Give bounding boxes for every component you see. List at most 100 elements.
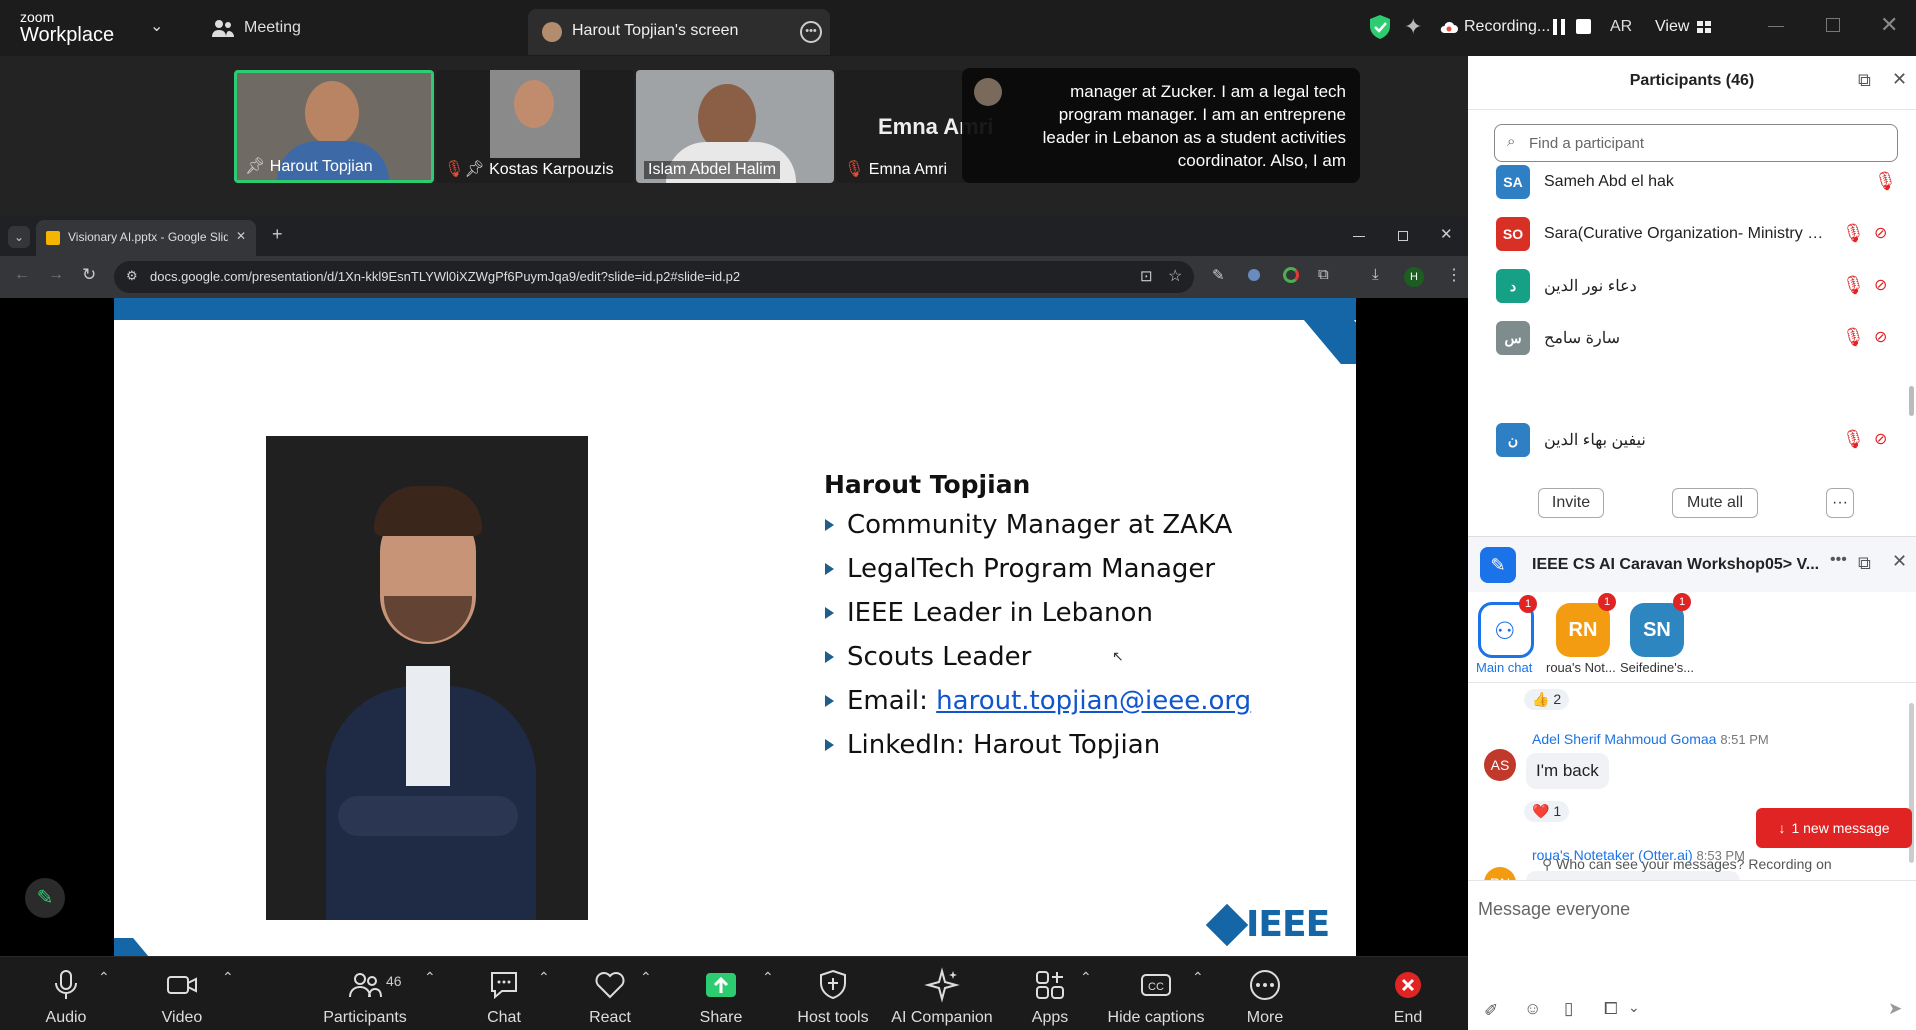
- extensions-puzzle-icon[interactable]: ⧉: [1318, 266, 1329, 283]
- close-window-icon[interactable]: ✕: [1440, 225, 1453, 243]
- audio-options-caret[interactable]: ⌃: [98, 969, 110, 986]
- video-thumbnail[interactable]: Islam Abdel Halim: [636, 70, 834, 183]
- channel-avatar[interactable]: SN: [1630, 603, 1684, 657]
- message-input[interactable]: Message everyone: [1478, 899, 1630, 920]
- extension-grammarly-icon[interactable]: [1283, 267, 1299, 283]
- url-text: docs.google.com/presentation/d/1Xn-kkl9E…: [150, 269, 741, 284]
- new-tab-icon[interactable]: +: [272, 224, 283, 245]
- apps-options-caret[interactable]: ⌃: [1080, 969, 1092, 986]
- message-visibility-notice[interactable]: ⚲ Who can see your messages? Recording o…: [1542, 856, 1832, 873]
- send-icon[interactable]: ➤: [1888, 999, 1902, 1019]
- end-meeting-button[interactable]: End: [1358, 965, 1458, 1027]
- bookmark-star-icon[interactable]: ☆: [1168, 266, 1182, 286]
- participant-search-input[interactable]: ⌕ Find a participant: [1494, 124, 1898, 162]
- maximize-icon[interactable]: [1398, 231, 1408, 241]
- thumbnail-name: 🎙︎📌︎ Kostas Karpouzis: [444, 161, 614, 178]
- chat-more-icon[interactable]: •••: [1830, 551, 1847, 569]
- video-options-caret[interactable]: ⌃: [222, 969, 234, 986]
- muted-mic-icon[interactable]: 🎙︎: [1842, 429, 1865, 451]
- forward-icon[interactable]: →: [48, 266, 64, 284]
- captions-options-caret[interactable]: ⌃: [1192, 969, 1204, 986]
- video-off-icon[interactable]: ⊘: [1874, 223, 1896, 245]
- chat-options-caret[interactable]: ⌃: [538, 969, 550, 986]
- screenshot-icon[interactable]: ⧠: [1604, 999, 1618, 1019]
- video-button[interactable]: Video: [132, 965, 232, 1027]
- list-item[interactable]: SO Sara(Curative Organization- Ministry …: [1496, 212, 1896, 256]
- browser-menu-icon[interactable]: ⋮: [1446, 265, 1462, 285]
- minimize-icon[interactable]: [1353, 236, 1365, 237]
- more-options-icon[interactable]: •••: [800, 21, 822, 43]
- people-icon: ⚇: [1494, 618, 1516, 645]
- video-off-icon[interactable]: ⊘: [1874, 429, 1896, 451]
- view-menu[interactable]: View: [1655, 18, 1712, 36]
- list-item[interactable]: SA Sameh Abd el hak 🎙︎: [1496, 160, 1897, 204]
- close-icon[interactable]: ✕: [1892, 551, 1907, 572]
- close-icon[interactable]: ✕: [1892, 69, 1907, 90]
- host-tools-button[interactable]: Host tools: [783, 965, 883, 1027]
- list-item[interactable]: س سارة سامح 🎙︎ ⊘: [1496, 316, 1896, 360]
- edit-chat-icon[interactable]: ✎: [1480, 547, 1516, 583]
- email-link[interactable]: harout.topjian@ieee.org: [936, 686, 1251, 716]
- restore-icon[interactable]: [1826, 18, 1840, 32]
- mute-all-button[interactable]: Mute all: [1672, 488, 1758, 518]
- screen-share-tab[interactable]: Harout Topjian's screen •••: [528, 9, 830, 55]
- avatar: س: [1496, 321, 1530, 355]
- file-icon[interactable]: ▯: [1564, 999, 1573, 1019]
- main-chat-channel[interactable]: ⚇ 1: [1478, 595, 1537, 658]
- muted-mic-icon[interactable]: 🎙︎: [1842, 327, 1865, 349]
- share-button[interactable]: Share: [671, 965, 771, 1027]
- invite-button[interactable]: Invite: [1538, 488, 1604, 518]
- format-text-icon[interactable]: ✐: [1484, 1001, 1498, 1021]
- close-tab-icon[interactable]: ✕: [236, 229, 246, 243]
- closed-captions-icon: CC: [1141, 974, 1171, 996]
- browser-tab[interactable]: Visionary AI.pptx - Google Slide ✕: [36, 220, 256, 256]
- reaction-chip[interactable]: 👍 2: [1524, 689, 1570, 710]
- share-options-caret[interactable]: ⌃: [762, 969, 774, 986]
- muted-mic-icon[interactable]: 🎙︎: [1874, 171, 1897, 193]
- download-icon[interactable]: ⤓: [1372, 266, 1379, 283]
- slides-icon: [46, 231, 60, 245]
- channel-avatar[interactable]: RN: [1556, 603, 1610, 657]
- more-options-button[interactable]: ···: [1826, 488, 1854, 518]
- list-item[interactable]: ن نيفين بهاء الدين 🎙︎ ⊘: [1496, 418, 1896, 462]
- minimize-icon[interactable]: [1768, 26, 1784, 27]
- react-options-caret[interactable]: ⌃: [640, 969, 652, 986]
- participants-options-caret[interactable]: ⌃: [424, 969, 436, 986]
- back-icon[interactable]: ←: [14, 266, 30, 284]
- ai-companion-button[interactable]: AI Companion: [890, 965, 994, 1027]
- new-message-button[interactable]: ↓ 1 new message: [1756, 808, 1912, 848]
- chevron-down-icon[interactable]: ⌄: [150, 16, 163, 36]
- profile-avatar[interactable]: H: [1404, 267, 1424, 287]
- participant-list-scrollbar[interactable]: [1909, 386, 1914, 416]
- reload-icon[interactable]: ↻: [82, 265, 96, 285]
- recording-indicator[interactable]: Recording...: [1440, 18, 1550, 36]
- camera-blocked-icon[interactable]: ⊡: [1140, 267, 1153, 285]
- shield-check-icon[interactable]: [1369, 14, 1391, 40]
- list-item[interactable]: د دعاء نور الدين 🎙︎ ⊘: [1496, 264, 1896, 308]
- extension-pen-icon[interactable]: ✎: [1212, 266, 1225, 284]
- video-thumbnail[interactable]: 🎙︎📌︎ Kostas Karpouzis: [436, 70, 634, 183]
- heart-icon: [595, 972, 625, 999]
- language-label[interactable]: AR: [1610, 18, 1632, 36]
- reaction-chip[interactable]: ❤️ 1: [1524, 801, 1570, 822]
- video-thumbnail[interactable]: 📌︎ Harout Topjian: [234, 70, 434, 183]
- close-icon[interactable]: ✕: [1880, 12, 1898, 38]
- more-button[interactable]: More: [1215, 965, 1315, 1027]
- annotate-pencil-icon[interactable]: ✎: [25, 878, 65, 918]
- muted-mic-icon[interactable]: 🎙︎: [1842, 275, 1865, 297]
- sparkle-icon[interactable]: ✦: [1404, 14, 1422, 40]
- video-off-icon[interactable]: ⊘: [1874, 327, 1896, 349]
- chevron-down-icon[interactable]: ⌄: [1628, 999, 1640, 1016]
- pause-recording-icon[interactable]: [1552, 19, 1566, 35]
- site-info-icon[interactable]: ⚙︎: [126, 268, 138, 284]
- address-bar[interactable]: ⚙︎ docs.google.com/presentation/d/1Xn-kk…: [114, 261, 1194, 293]
- video-off-icon[interactable]: ⊘: [1874, 275, 1896, 297]
- tab-search-icon[interactable]: ⌄: [8, 226, 30, 248]
- extension-icon[interactable]: [1248, 269, 1260, 281]
- meeting-menu[interactable]: Meeting: [212, 18, 301, 38]
- muted-mic-icon[interactable]: 🎙︎: [1842, 223, 1865, 245]
- pop-out-icon[interactable]: ⧉: [1858, 70, 1871, 91]
- emoji-icon[interactable]: ☺: [1524, 999, 1541, 1019]
- pop-out-icon[interactable]: ⧉: [1858, 553, 1871, 574]
- stop-recording-icon[interactable]: [1576, 19, 1591, 34]
